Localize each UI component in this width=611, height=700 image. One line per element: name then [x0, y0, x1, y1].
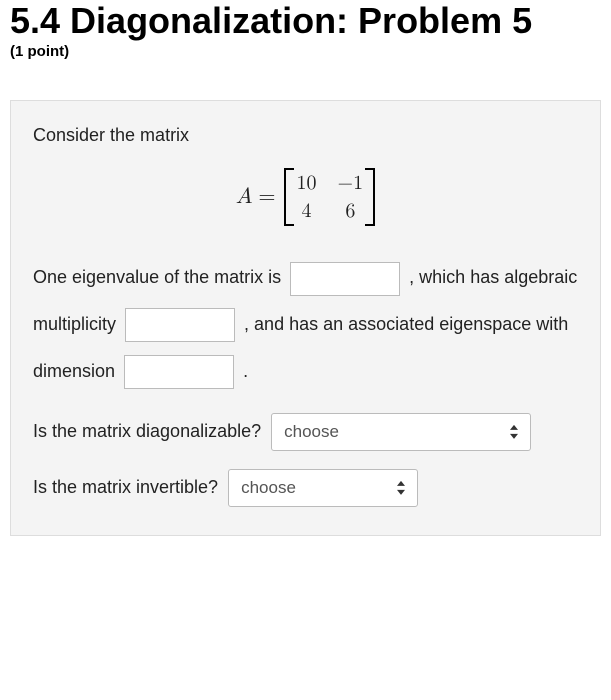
text-segment: , and has an [244, 314, 343, 334]
page-title: 5.4 Diagonalization: Problem 5 [10, 0, 601, 41]
bracket-left [284, 168, 294, 226]
matrix-cell: 6 [338, 198, 364, 224]
algebraic-multiplicity-input[interactable] [125, 308, 235, 342]
text-segment: . [243, 361, 248, 381]
matrix-cell: 4 [296, 198, 318, 224]
matrix-cell: −1 [338, 170, 364, 196]
eigenvalue-input[interactable] [290, 262, 400, 296]
problem-container: Consider the matrix A = 10 −1 4 6 One [10, 100, 601, 535]
diagonalizable-label: Is the matrix diagonalizable? [33, 421, 261, 442]
matrix-equals: = [258, 184, 275, 210]
diagonalizable-select[interactable]: choose [271, 413, 531, 451]
fill-in-paragraph: One eigenvalue of the matrix is , which … [33, 254, 578, 394]
matrix-lhs: A [236, 184, 253, 210]
eigenspace-dimension-input[interactable] [124, 355, 234, 389]
invertible-select[interactable]: choose [228, 469, 418, 507]
prompt-text: Consider the matrix [33, 125, 578, 146]
invertible-label: Is the matrix invertible? [33, 477, 218, 498]
points-label: (1 point) [10, 43, 601, 60]
diagonalizable-row: Is the matrix diagonalizable? choose [33, 413, 578, 451]
invertible-row: Is the matrix invertible? choose [33, 469, 578, 507]
bracket-right [365, 168, 375, 226]
matrix-body: 10 −1 4 6 [284, 168, 376, 226]
text-segment: , which has [409, 267, 499, 287]
text-segment: One eigenvalue of the matrix is [33, 267, 281, 287]
matrix-equation: A = 10 −1 4 6 [33, 168, 578, 226]
matrix-cell: 10 [296, 170, 318, 196]
